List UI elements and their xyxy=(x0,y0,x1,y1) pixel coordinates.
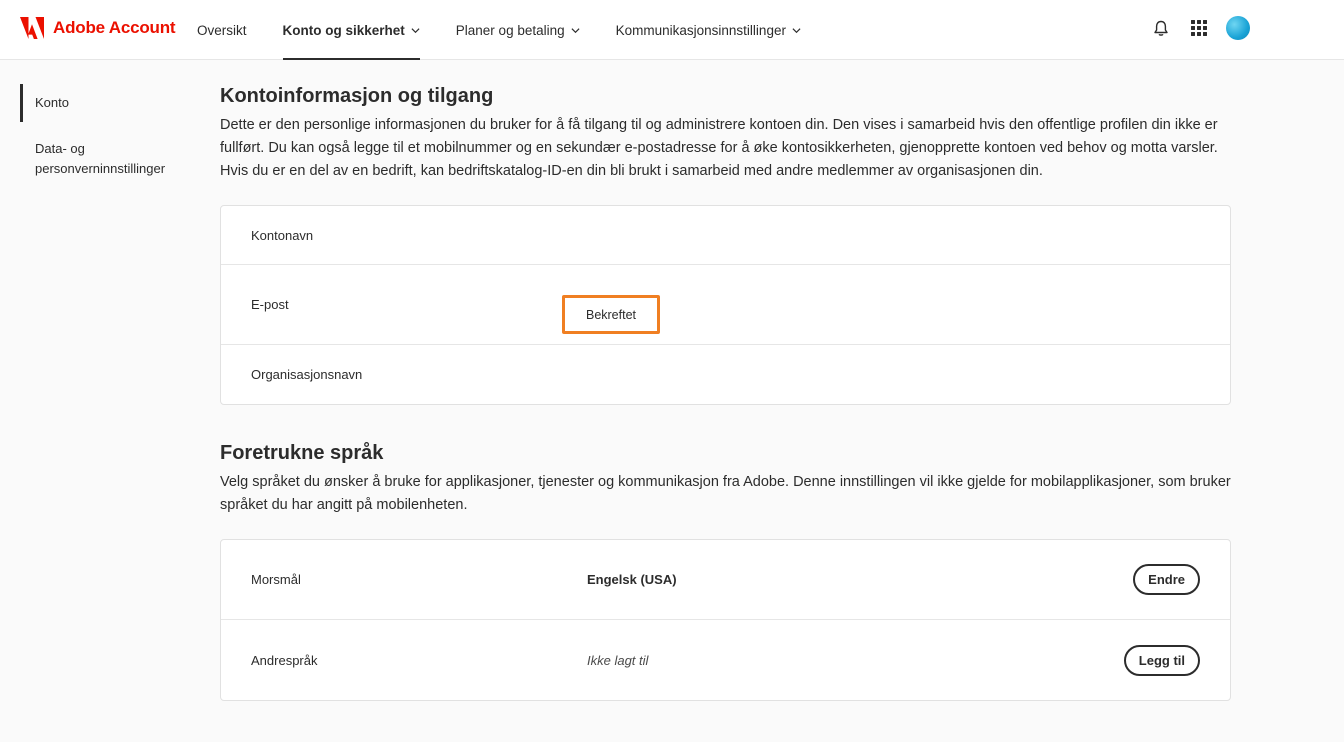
section-title: Foretrukne språk xyxy=(220,442,384,464)
sidebar-item-label: Data- og personverninnstillinger xyxy=(35,141,166,176)
email-label: E-post xyxy=(251,297,289,312)
nav-overview-label: Oversikt xyxy=(197,22,247,38)
nav-communication-settings-label: Kommunikasjonsinnstillinger xyxy=(615,22,786,38)
chevron-down-icon xyxy=(571,27,580,33)
account-info-card: Kontonavn E-post Bekreftet Organisasjons… xyxy=(220,205,1231,405)
change-native-language-button[interactable]: Endre xyxy=(1133,564,1200,595)
account-info-section: Kontoinformasjon og tilgang Dette er den… xyxy=(220,82,1231,405)
native-language-label: Morsmål xyxy=(251,572,301,587)
chevron-down-icon xyxy=(411,27,420,33)
email-verified-badge: Bekreftet xyxy=(562,295,660,334)
account-name-row[interactable]: Kontonavn xyxy=(221,206,1230,265)
nav-account-security[interactable]: Konto og sikkerhet xyxy=(282,0,421,60)
organization-name-row[interactable]: Organisasjonsnavn xyxy=(221,345,1230,404)
section-title: Kontoinformasjon og tilgang xyxy=(220,85,494,107)
organization-name-label: Organisasjonsnavn xyxy=(251,367,363,382)
sidebar-item-data-privacy[interactable]: Data- og personverninnstillinger xyxy=(20,130,190,188)
chevron-down-icon xyxy=(792,27,801,33)
secondary-language-row: Andrespråk Ikke lagt til Legg til xyxy=(221,620,1230,700)
apps-button[interactable] xyxy=(1188,17,1210,39)
sidebar-item-label: Konto xyxy=(35,95,69,110)
nav-communication-settings[interactable]: Kommunikasjonsinnstillinger xyxy=(616,0,801,60)
top-header: Adobe Account Oversikt Konto og sikkerhe… xyxy=(0,0,1344,60)
section-description: Velg språket du ønsker å bruke for appli… xyxy=(220,474,1231,513)
app-grid-icon xyxy=(1191,20,1207,36)
nav-plans-billing-label: Planer og betaling xyxy=(455,22,565,38)
preferred-languages-section: Foretrukne språk Velg språket du ønsker … xyxy=(220,439,1231,701)
languages-card: Morsmål Engelsk (USA) Endre Andrespråk I… xyxy=(220,539,1231,701)
add-secondary-language-button[interactable]: Legg til xyxy=(1123,644,1200,676)
secondary-language-value: Ikke lagt til xyxy=(587,652,649,668)
native-language-row: Morsmål Engelsk (USA) Endre xyxy=(221,540,1230,620)
adobe-logo-icon xyxy=(20,17,44,39)
native-language-value: Engelsk (USA) xyxy=(587,572,677,587)
brand-name: Adobe Account xyxy=(53,18,176,37)
adobe-logo-link[interactable]: Adobe Account xyxy=(20,17,176,39)
main-nav: Oversikt Konto og sikkerhet Planer og be… xyxy=(197,0,837,60)
email-row[interactable]: E-post Bekreftet xyxy=(221,265,1230,345)
notifications-button[interactable] xyxy=(1150,17,1172,39)
sidebar: Konto Data- og personverninnstillinger xyxy=(20,84,190,188)
header-actions xyxy=(1150,16,1250,40)
bell-icon xyxy=(1154,20,1168,36)
account-name-label: Kontonavn xyxy=(251,227,314,243)
main-content: Kontoinformasjon og tilgang Dette er den… xyxy=(220,82,1231,701)
nav-overview[interactable]: Oversikt xyxy=(197,0,247,60)
section-description: Dette er den personlige informasjonen du… xyxy=(220,117,1218,179)
sidebar-item-account[interactable]: Konto xyxy=(20,84,190,122)
nav-plans-billing[interactable]: Planer og betaling xyxy=(456,0,580,60)
nav-account-security-label: Konto og sikkerhet xyxy=(282,22,405,38)
secondary-language-label: Andrespråk xyxy=(251,652,318,668)
avatar[interactable] xyxy=(1226,16,1250,40)
